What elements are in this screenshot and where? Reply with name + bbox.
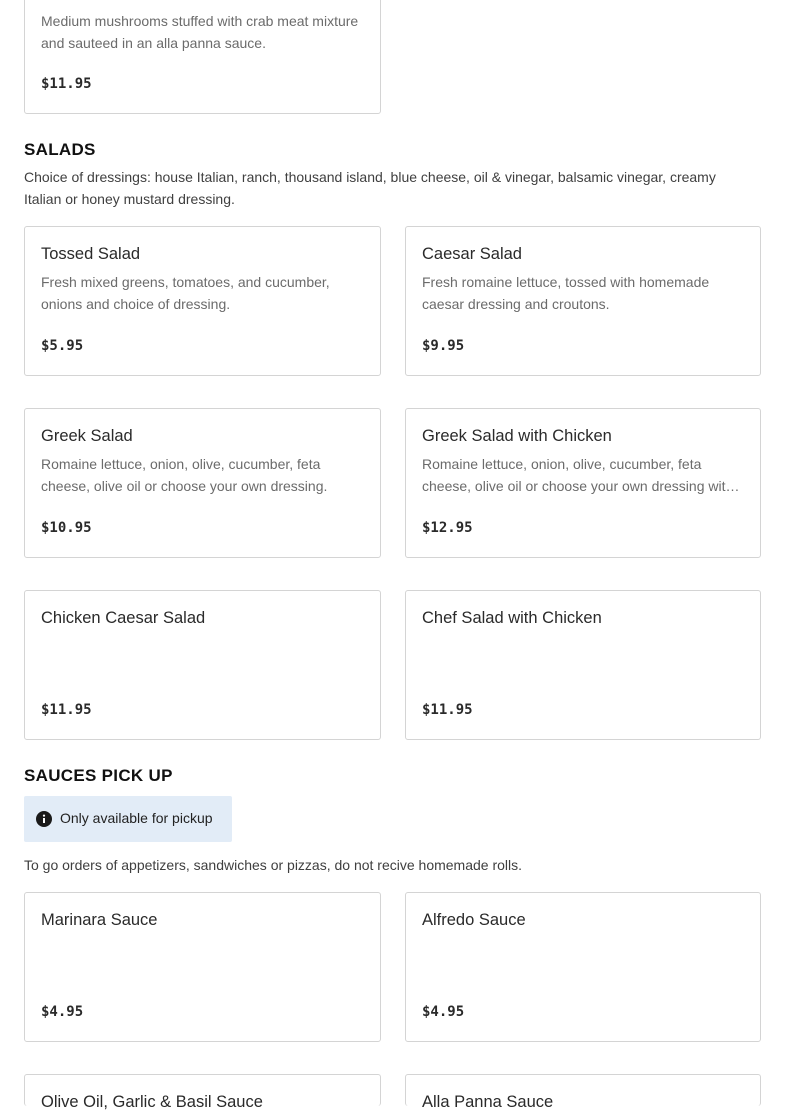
menu-item-name: Marinara Sauce [41, 911, 158, 929]
menu-item-card-alfredo-sauce[interactable]: Alfredo Sauce $4.95 [405, 892, 761, 1042]
menu-item-name: Alla Panna Sauce [422, 1093, 554, 1111]
menu-item-name: Chicken Caesar Salad [41, 609, 206, 627]
section-description-sauces: To go orders of appetizers, sandwiches o… [24, 857, 523, 873]
menu-item-card-chef-salad-chicken[interactable]: Chef Salad with Chicken $11.95 [405, 590, 761, 740]
menu-item-price: $10.95 [41, 520, 92, 536]
menu-item-card-alla-panna-sauce[interactable]: Alla Panna Sauce [405, 1074, 761, 1111]
section-title-sauces: SAUCES PICK UP [24, 766, 173, 785]
section-title-salads: SALADS [24, 140, 96, 159]
menu-item-name: Olive Oil, Garlic & Basil Sauce [41, 1093, 263, 1111]
menu-item-name: Tossed Salad [41, 245, 141, 263]
menu-item-price: $11.95 [422, 702, 473, 718]
menu-item-description: Romaine lettuce, onion, olive, cucumber,… [422, 456, 740, 494]
menu-item-card-tossed-salad[interactable]: Tossed Salad Fresh mixed greens, tomatoe… [24, 226, 381, 376]
menu-item-card-marinara-sauce[interactable]: Marinara Sauce $4.95 [24, 892, 381, 1042]
menu-item-name: Greek Salad with Chicken [422, 427, 612, 445]
menu-item-price: $12.95 [422, 520, 473, 536]
menu-item-card[interactable]: Medium mushrooms stuffed with crab meat … [24, 0, 381, 114]
menu-item-price: $5.95 [41, 338, 84, 354]
menu-item-name: Caesar Salad [422, 245, 522, 263]
menu-item-name: Chef Salad with Chicken [422, 609, 602, 627]
menu-item-description: Medium mushrooms stuffed with crab meat … [41, 13, 359, 51]
section-description-salads: Choice of dressings: house Italian, ranc… [24, 169, 716, 207]
menu-item-description: Fresh romaine lettuce, tossed with homem… [422, 274, 710, 312]
menu-item-price: $4.95 [422, 1004, 465, 1020]
menu-item-card-caesar-salad[interactable]: Caesar Salad Fresh romaine lettuce, toss… [405, 226, 761, 376]
menu-item-card-olive-oil-garlic-basil-sauce[interactable]: Olive Oil, Garlic & Basil Sauce [24, 1074, 381, 1111]
menu-item-description: Fresh mixed greens, tomatoes, and cucumb… [41, 274, 330, 312]
menu-item-price: $11.95 [41, 702, 92, 718]
pickup-badge-text: Only available for pickup [60, 810, 213, 826]
menu-item-price: $11.95 [41, 76, 92, 92]
menu-item-description: Romaine lettuce, onion, olive, cucumber,… [41, 456, 328, 494]
menu-item-price: $4.95 [41, 1004, 84, 1020]
menu-item-card-chicken-caesar-salad[interactable]: Chicken Caesar Salad $11.95 [24, 590, 381, 740]
info-icon [36, 811, 52, 827]
menu-item-card-greek-salad[interactable]: Greek Salad Romaine lettuce, onion, oliv… [24, 408, 381, 558]
pickup-only-badge: Only available for pickup [24, 796, 232, 842]
menu-item-price: $9.95 [422, 338, 465, 354]
menu-item-name: Alfredo Sauce [422, 911, 526, 929]
menu-item-name: Greek Salad [41, 427, 133, 445]
menu-item-card-greek-salad-chicken[interactable]: Greek Salad with Chicken Romaine lettuce… [405, 408, 761, 558]
